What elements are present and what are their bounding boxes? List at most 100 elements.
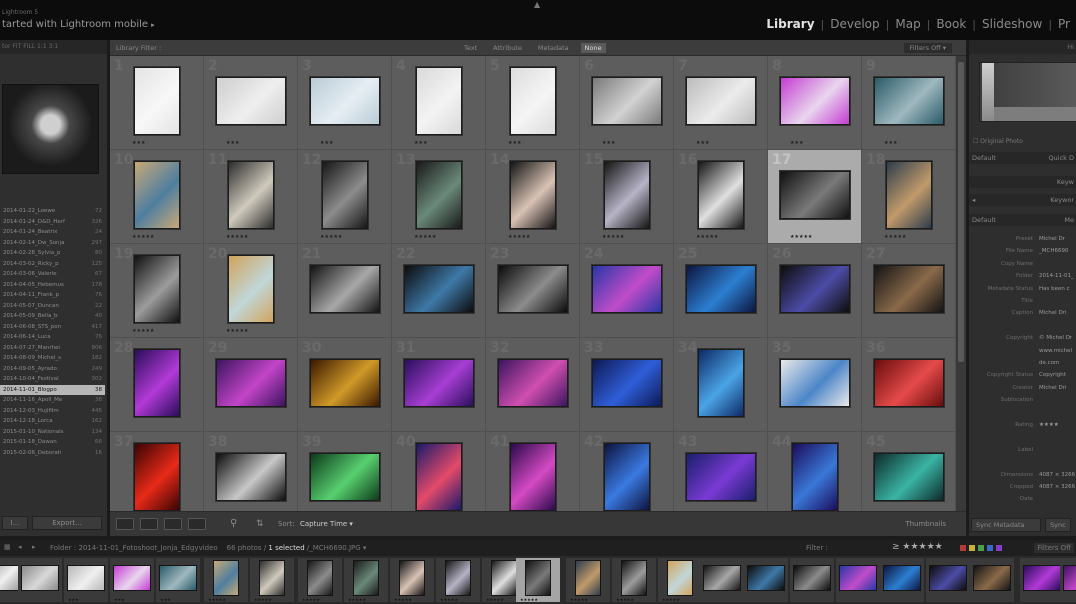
photo-thumbnail[interactable] — [498, 265, 568, 313]
filmstrip-thumb[interactable]: ★★★★★ — [612, 558, 656, 602]
filmstrip-photo[interactable] — [839, 565, 877, 591]
filmstrip-thumb[interactable] — [836, 558, 880, 602]
filmstrip-thumb[interactable] — [790, 558, 834, 602]
metadata-value[interactable]: 4087 × 3266 — [1039, 472, 1075, 478]
photo-thumbnail[interactable] — [310, 359, 380, 407]
star-rating[interactable]: ★★★★★ — [320, 234, 342, 240]
grid-cell[interactable]: 26 — [768, 244, 862, 338]
grid-cell[interactable]: 42 — [580, 432, 674, 511]
module-slideshow[interactable]: Slideshow — [976, 17, 1048, 31]
grid-cell[interactable]: 34 — [674, 338, 768, 432]
folder-row[interactable]: 2014-04-05_Hebemus 178 — [0, 280, 105, 291]
metadata-value[interactable]: © Michel Dr — [1039, 335, 1072, 341]
export-button[interactable]: Export... — [32, 516, 102, 530]
grid-cell[interactable]: 43 — [674, 432, 768, 511]
filmstrip-thumb[interactable] — [926, 558, 970, 602]
star-rating[interactable]: ★★★ — [508, 140, 521, 146]
filmstrip-photo[interactable] — [445, 560, 471, 596]
star-rating[interactable]: ★★★★★ — [414, 234, 436, 240]
filmstrip-photo[interactable] — [307, 560, 333, 596]
filmstrip-photo[interactable] — [747, 565, 785, 591]
folder-row[interactable]: 2014-10-04_Festival 302 — [0, 374, 105, 385]
photo-thumbnail[interactable] — [310, 453, 380, 501]
filmstrip-thumb[interactable] — [18, 558, 62, 602]
folder-row[interactable]: 2014-01-24_Beatrix 24 — [0, 227, 105, 238]
navigator-preview[interactable] — [2, 84, 99, 174]
histogram-header[interactable]: Hi — [969, 40, 1076, 54]
blue-label-chip[interactable] — [987, 545, 993, 551]
grid-cell[interactable]: 27 — [862, 244, 956, 338]
filter-tab-none[interactable]: None — [580, 43, 606, 53]
grid-cell[interactable]: 39 — [298, 432, 392, 511]
folder-row[interactable]: 2014-04-11_Frank_p 76 — [0, 290, 105, 301]
filmstrip-photo[interactable] — [113, 565, 151, 591]
grid-cell[interactable]: 25 — [674, 244, 768, 338]
photo-thumbnail[interactable] — [698, 349, 744, 417]
sync-metadata-button[interactable]: Sync Metadata — [971, 518, 1041, 532]
photo-thumbnail[interactable] — [604, 443, 650, 511]
photo-thumbnail[interactable] — [216, 77, 286, 125]
filmstrip-source-path[interactable]: Folder : 2014-11-01_Fotoshoot_Jonja_Edgy… — [50, 544, 366, 552]
grid-cell[interactable]: 21 — [298, 244, 392, 338]
folder-row[interactable]: 2014-03-06_Valerie 67 — [0, 269, 105, 280]
filter-tab-text[interactable]: Text — [460, 43, 481, 53]
green-label-chip[interactable] — [978, 545, 984, 551]
filmstrip-thumb[interactable] — [1060, 558, 1076, 602]
folder-row[interactable]: 2015-01-10_Nationals 134 — [0, 427, 105, 438]
filmstrip-photo[interactable] — [259, 560, 285, 596]
photo-thumbnail[interactable] — [592, 359, 662, 407]
keyword-list-header[interactable]: ◂ Keywor — [969, 194, 1076, 206]
star-rating[interactable]: ★★★ — [320, 140, 333, 146]
photo-thumbnail[interactable] — [134, 349, 180, 417]
photo-thumbnail[interactable] — [322, 161, 368, 229]
photo-thumbnail[interactable] — [216, 453, 286, 501]
photo-thumbnail[interactable] — [510, 67, 556, 135]
module-book[interactable]: Book — [930, 17, 972, 31]
grid-cell[interactable]: 41 — [486, 432, 580, 511]
star-rating[interactable]: ★★★ — [132, 140, 145, 146]
metadata-header[interactable]: Default Me — [969, 214, 1076, 226]
photo-thumbnail[interactable] — [216, 359, 286, 407]
grid-cell[interactable]: 8 ★★★ — [768, 56, 862, 150]
metadata-value[interactable]: Michel Dri — [1039, 310, 1066, 316]
folder-row[interactable]: 2014-06-08_STS_pon 417 — [0, 322, 105, 333]
filmstrip-thumb[interactable] — [700, 558, 744, 602]
grid-cell[interactable]: 13 ★★★★★ — [392, 150, 486, 244]
folder-row[interactable]: 2014-02-14_Dw_Sonja 297 — [0, 238, 105, 249]
star-rating[interactable]: ★★★★★ — [508, 234, 530, 240]
loupe-view-button[interactable] — [140, 518, 158, 530]
filmstrip-thumb[interactable] — [970, 558, 1014, 602]
grid-cell[interactable]: 1 ★★★ — [110, 56, 204, 150]
filmstrip-photo[interactable] — [883, 565, 921, 591]
photo-thumbnail[interactable] — [510, 443, 556, 511]
filmstrip-thumb[interactable]: ★★★★★ — [298, 558, 342, 602]
grid-cell[interactable]: 2 ★★★ — [204, 56, 298, 150]
grid-cell[interactable]: 44 — [768, 432, 862, 511]
folder-row[interactable]: 2014-12-18_Lorca 162 — [0, 416, 105, 427]
module-pr[interactable]: Pr — [1052, 17, 1076, 31]
filmstrip-photo[interactable] — [973, 565, 1011, 591]
photo-thumbnail[interactable] — [416, 443, 462, 511]
navigator-header[interactable]: tor FIT FILL 1:1 3:1 — [0, 40, 107, 54]
photo-thumbnail[interactable] — [510, 161, 556, 229]
filmstrip-photo[interactable] — [159, 565, 197, 591]
grid-cell[interactable]: 32 — [486, 338, 580, 432]
folder-row[interactable]: 2014-05-09_Bella_b 40 — [0, 311, 105, 322]
module-develop[interactable]: Develop — [824, 17, 885, 31]
photo-thumbnail[interactable] — [592, 265, 662, 313]
grid-cell[interactable]: 40 — [392, 432, 486, 511]
grid-cell[interactable]: 36 — [862, 338, 956, 432]
folder-row[interactable]: 2014-11-16_Apoll_Me 38 — [0, 395, 105, 406]
filmstrip-photo[interactable] — [703, 565, 741, 591]
grid-cell[interactable]: 38 — [204, 432, 298, 511]
filmstrip-thumb[interactable]: ★★★★★ — [658, 558, 702, 602]
photo-thumbnail[interactable] — [874, 359, 944, 407]
grid-cell[interactable]: 5 ★★★ — [486, 56, 580, 150]
grid-scrollbar[interactable] — [956, 56, 966, 511]
filmstrip-photo[interactable] — [525, 560, 551, 596]
filter-tab-attribute[interactable]: Attribute — [489, 43, 526, 53]
metadata-value[interactable]: Michel Dri — [1039, 385, 1066, 391]
grid-cell[interactable]: 16 ★★★★★ — [674, 150, 768, 244]
import-button[interactable]: I... — [2, 516, 28, 530]
folder-row[interactable]: 2014-01-24_D&D_Herf 326 — [0, 217, 105, 228]
